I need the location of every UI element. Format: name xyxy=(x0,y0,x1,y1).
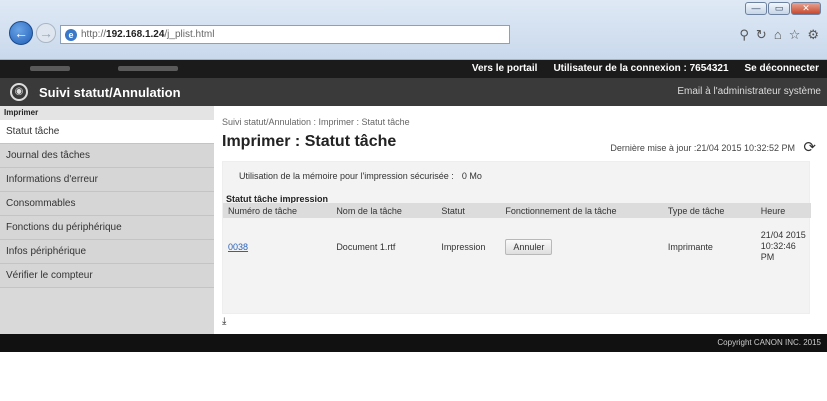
job-status-cell: Impression xyxy=(441,241,486,252)
table-header-row: Numéro de tâche Nom de la tâche Statut F… xyxy=(223,203,811,218)
url-prefix: http:// xyxy=(81,29,107,40)
breadcrumb: Suivi statut/Annulation : Imprimer : Sta… xyxy=(222,117,410,127)
job-hour-cell: 21/04 2015 10:32:46 PM xyxy=(760,230,806,262)
column-header: Heure xyxy=(755,203,811,218)
address-bar[interactable]: e http://192.168.1.24/j_plist.html xyxy=(60,25,510,44)
sidebar-heading: Imprimer xyxy=(0,106,214,120)
arrow-left-icon: ← xyxy=(14,25,28,41)
sidebar-item-job-status[interactable]: Statut tâche xyxy=(0,120,214,144)
maximize-button[interactable]: ▭ xyxy=(768,2,790,15)
job-status-panel: Utilisation de la mémoire pour l'impress… xyxy=(222,161,811,314)
main-content: Suivi statut/Annulation : Imprimer : Sta… xyxy=(214,106,827,334)
memory-usage-value: 0 Mo xyxy=(461,171,482,181)
job-action-cell: Annuler xyxy=(500,218,662,275)
forward-button[interactable]: → xyxy=(36,23,56,43)
last-update: Dernière mise à jour :21/04 2015 10:32:5… xyxy=(610,143,795,153)
portal-link[interactable]: Vers le portail xyxy=(472,60,538,78)
ie-page-icon: e xyxy=(65,29,77,41)
job-number-cell: 0038 xyxy=(223,218,331,275)
collapse-icon[interactable]: ⤓ xyxy=(222,316,226,327)
window-controls: — ▭ ✕ xyxy=(745,2,821,15)
job-type-cell: Imprimante xyxy=(667,241,713,252)
browser-chrome: — ▭ ✕ ← → e http://192.168.1.24/j_plist.… xyxy=(0,0,827,60)
back-button[interactable]: ← xyxy=(9,21,33,45)
sidebar-item-job-log[interactable]: Journal des tâches xyxy=(0,144,214,168)
job-name-cell: Document 1.rtf xyxy=(336,241,396,252)
job-number-link[interactable]: 0038 xyxy=(228,242,248,252)
email-admin-link[interactable]: Email à l'administrateur système xyxy=(677,86,821,97)
url-host: 192.168.1.24 xyxy=(106,29,165,40)
sidebar-item-error-info[interactable]: Informations d'erreur xyxy=(0,168,214,192)
page-title: Imprimer : Statut tâche xyxy=(222,133,397,150)
app-header: ◉ Suivi statut/Annulation Email à l'admi… xyxy=(0,78,827,106)
page-root: — ▭ ✕ ← → e http://192.168.1.24/j_plist.… xyxy=(0,0,827,401)
copyright: Copyright CANON INC. 2015 xyxy=(717,338,821,347)
sidebar: Imprimer Statut tâche Journal des tâches… xyxy=(0,106,214,334)
status-monitor-icon: ◉ xyxy=(10,83,28,101)
login-user-label: Utilisateur de la connexion : xyxy=(553,63,687,74)
sidebar-item-device-info[interactable]: Infos périphérique xyxy=(0,240,214,264)
memory-usage-label: Utilisation de la mémoire pour l'impress… xyxy=(239,171,454,181)
device-name-blurred xyxy=(30,66,70,71)
job-table: Numéro de tâche Nom de la tâche Statut F… xyxy=(223,203,811,275)
refresh-icon[interactable]: ↻ xyxy=(756,27,767,43)
search-icon[interactable]: ⚲ xyxy=(739,27,749,43)
column-header: Nom de la tâche xyxy=(331,203,437,218)
minimize-button[interactable]: — xyxy=(745,2,767,15)
refresh-icon[interactable]: ⟳ xyxy=(803,138,816,156)
column-header: Type de tâche xyxy=(662,203,756,218)
column-header: Statut xyxy=(436,203,501,218)
url-path: /j_plist.html xyxy=(164,29,215,40)
star-icon[interactable]: ☆ xyxy=(789,27,801,43)
arrow-right-icon: → xyxy=(39,25,53,41)
cancel-button[interactable]: Annuler xyxy=(505,238,553,255)
browser-toolbar: ⚲ ↻ ⌂ ☆ ⚙ xyxy=(739,27,819,43)
app-title: Suivi statut/Annulation xyxy=(39,85,181,100)
login-user: Utilisateur de la connexion : 7654321 xyxy=(553,60,728,78)
device-model-blurred xyxy=(118,66,178,71)
close-button[interactable]: ✕ xyxy=(791,2,821,15)
memory-usage: Utilisation de la mémoire pour l'impress… xyxy=(239,171,482,181)
gear-icon[interactable]: ⚙ xyxy=(807,27,819,43)
sidebar-item-consumables[interactable]: Consommables xyxy=(0,192,214,216)
column-header: Fonctionnement de la tâche xyxy=(500,203,663,218)
footer: Copyright CANON INC. 2015 xyxy=(0,334,827,352)
sidebar-item-device-functions[interactable]: Fonctions du périphérique xyxy=(0,216,214,240)
login-user-id: 7654321 xyxy=(689,63,729,74)
top-bar: Vers le portail Utilisateur de la connex… xyxy=(0,60,827,78)
sidebar-item-check-counter[interactable]: Vérifier le compteur xyxy=(0,264,214,288)
table-row: 0038 Document 1.rtf Impression Annuler I… xyxy=(223,218,811,275)
home-icon[interactable]: ⌂ xyxy=(774,27,782,43)
column-header: Numéro de tâche xyxy=(223,203,332,218)
logout-link[interactable]: Se déconnecter xyxy=(745,60,819,78)
